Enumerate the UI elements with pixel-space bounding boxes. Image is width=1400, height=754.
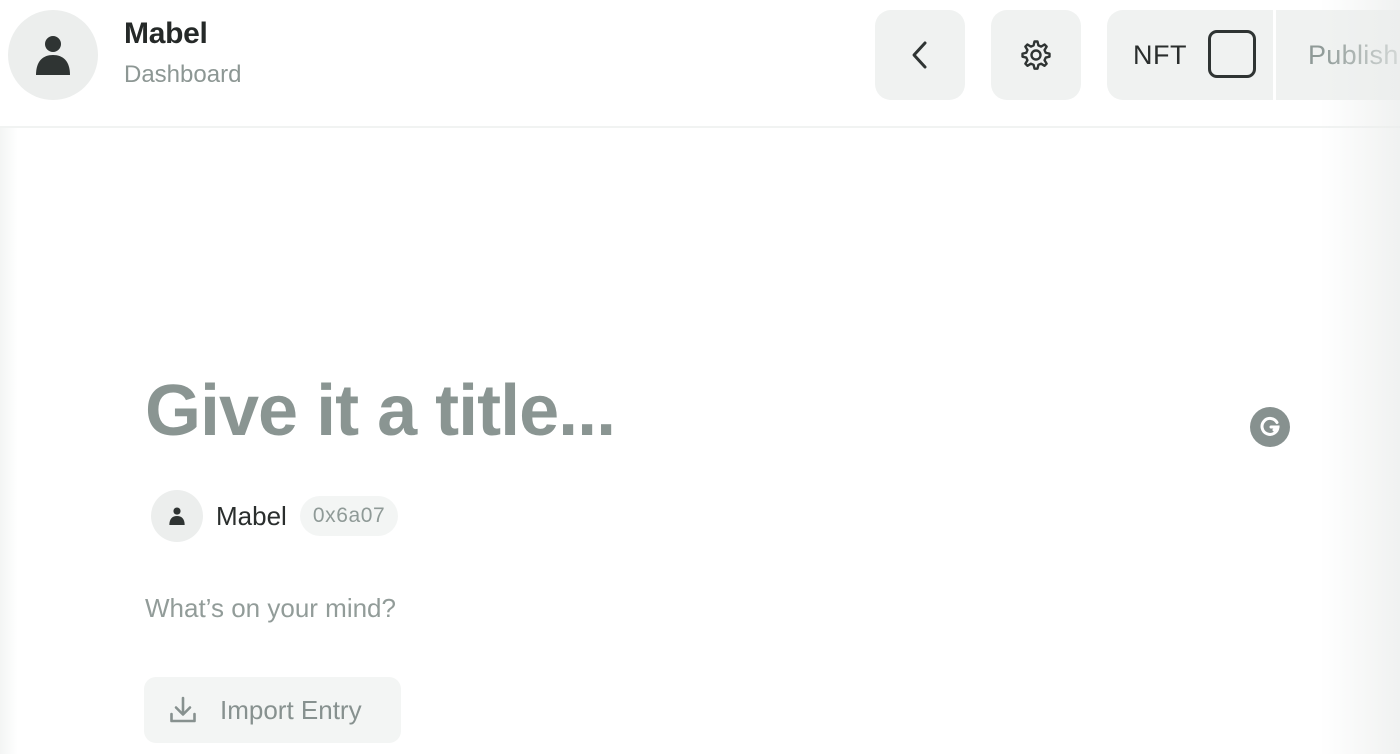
person-icon <box>36 36 70 75</box>
left-edge-shadow <box>0 128 18 754</box>
person-icon <box>169 507 185 525</box>
author-address-badge: 0x6a07 <box>299 496 399 536</box>
nft-toggle[interactable]: NFT <box>1107 10 1273 100</box>
settings-button[interactable] <box>991 10 1081 100</box>
import-entry-label: Import Entry <box>220 694 362 725</box>
grammarly-g-icon <box>1260 416 1280 436</box>
gear-icon <box>1021 40 1051 70</box>
editor-page: Mabel Dashboard NFT Publish Give it a ti… <box>0 0 1400 754</box>
back-button[interactable] <box>875 10 965 100</box>
top-header: Mabel Dashboard NFT Publish <box>0 0 1400 128</box>
nft-checkbox[interactable] <box>1208 30 1256 78</box>
user-name: Mabel <box>124 17 208 50</box>
publish-button[interactable]: Publish <box>1276 10 1400 100</box>
body-input[interactable]: What’s on your mind? <box>145 593 396 624</box>
import-entry-button[interactable]: Import Entry <box>144 677 401 743</box>
author-name: Mabel <box>216 500 287 531</box>
author-avatar[interactable] <box>151 490 203 542</box>
user-subtitle[interactable]: Dashboard <box>124 61 241 89</box>
title-input[interactable]: Give it a title... <box>145 370 616 452</box>
chevron-left-icon <box>912 41 927 69</box>
author-row: Mabel 0x6a07 <box>151 490 399 542</box>
download-icon <box>170 696 196 723</box>
publish-label: Publish <box>1308 39 1399 70</box>
nft-label: NFT <box>1133 39 1187 70</box>
grammarly-icon[interactable] <box>1250 407 1290 447</box>
user-avatar[interactable] <box>8 10 98 100</box>
